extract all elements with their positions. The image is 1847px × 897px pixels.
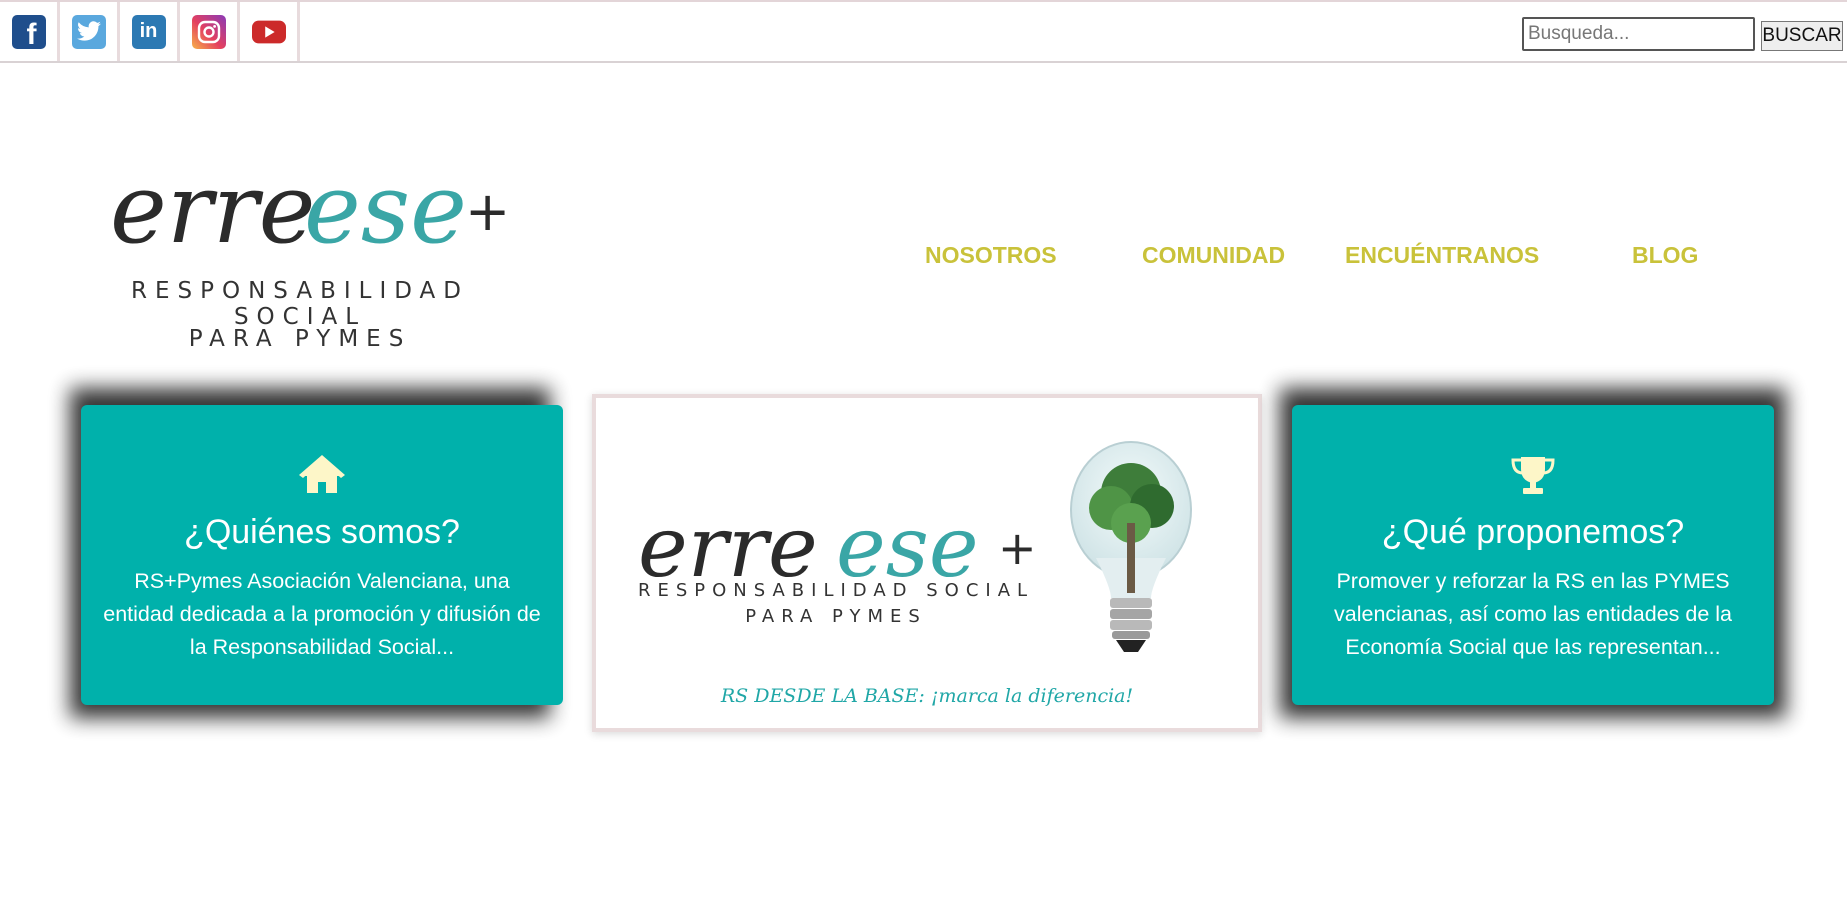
instagram-icon [191, 14, 226, 49]
top-bar: f in BUSCAR [0, 0, 1847, 63]
youtube-link[interactable] [240, 2, 300, 61]
card-que-proponemos[interactable]: ¿Qué proponemos? Promover y reforzar la … [1292, 405, 1774, 705]
facebook-icon: f [11, 14, 46, 49]
banner-tagline: RS DESDE LA BASE: ¡marca la diferencia! [720, 685, 1134, 707]
card-text: RS+Pymes Asociación Valenciana, una enti… [103, 569, 541, 659]
instagram-link[interactable] [180, 2, 240, 61]
nav-comunidad[interactable]: COMUNIDAD [1142, 242, 1285, 269]
social-links: f in [0, 2, 300, 61]
twitter-link[interactable] [60, 2, 120, 61]
banner-tagline-2: PARA PYMES [745, 606, 927, 627]
linkedin-link[interactable]: in [120, 2, 180, 61]
twitter-icon [71, 14, 106, 49]
svg-text:erre: erre [638, 498, 818, 588]
lightbulb-tree-image [1070, 441, 1192, 652]
search-button[interactable]: BUSCAR [1761, 21, 1843, 51]
svg-text:ese: ese [836, 498, 979, 588]
home-icon [81, 455, 563, 499]
facebook-link[interactable]: f [0, 2, 60, 61]
card-title: ¿Qué proponemos? [1381, 513, 1685, 551]
nav-encuentranos[interactable]: ENCUÉNTRANOS [1345, 242, 1539, 269]
svg-text:+: + [465, 180, 510, 243]
linkedin-icon: in [131, 14, 166, 49]
card-text: Promover y reforzar la RS en las PYMES v… [1334, 569, 1732, 659]
svg-text:erre: erre [110, 160, 315, 260]
svg-text:ese: ese [304, 160, 467, 260]
logo-tagline-1: RESPONSABILIDAD SOCIAL [131, 278, 469, 330]
youtube-icon [251, 14, 286, 49]
search-input[interactable] [1522, 17, 1755, 51]
card-title: ¿Quiénes somos? [184, 513, 460, 551]
logo-tagline-2: PARA PYMES [188, 326, 412, 352]
banner-logo: erre ese + [638, 498, 1037, 588]
nav-blog[interactable]: BLOG [1632, 242, 1698, 269]
logo-script: erre ese + [110, 160, 510, 260]
svg-text:+: + [998, 521, 1037, 575]
hero-banner: erre ese + RESPONSABILIDAD SOCIAL PARA P… [592, 394, 1262, 732]
banner-tagline-1: RESPONSABILIDAD SOCIAL [637, 580, 1035, 601]
card-quienes-somos[interactable]: ¿Quiénes somos? RS+Pymes Asociación Vale… [81, 405, 563, 705]
nav-nosotros[interactable]: NOSOTROS [925, 242, 1057, 269]
trophy-icon [1292, 455, 1774, 499]
